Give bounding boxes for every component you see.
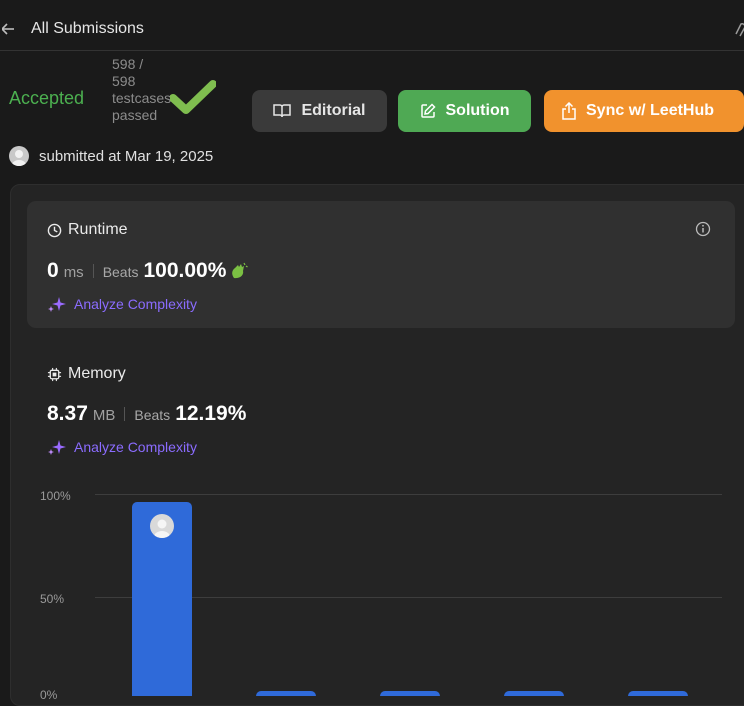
testcases-summary: 598 / 598 testcases passed	[112, 56, 171, 124]
testcases-line: 598	[112, 73, 136, 89]
sync-label: Sync w/ LeetHub	[586, 102, 715, 119]
chip-icon	[47, 367, 62, 381]
runtime-value: 0	[47, 259, 59, 282]
divider	[92, 264, 94, 278]
memory-title: Memory	[68, 365, 126, 382]
runtime-beats-value: 100.00%	[143, 259, 227, 282]
memory-unit: MB	[92, 407, 116, 424]
memory-metric: 8.37 MB Beats 12.19%	[47, 402, 246, 426]
solution-button[interactable]: Solution	[398, 90, 531, 132]
runtime-unit: ms	[63, 264, 84, 281]
divider	[124, 407, 126, 421]
runtime-analyze-complexity[interactable]: Analyze Complexity	[47, 296, 197, 312]
memory-analyze-complexity[interactable]: Analyze Complexity	[47, 439, 197, 455]
clock-icon	[47, 223, 62, 237]
edit-icon	[420, 103, 436, 118]
memory-heading: Memory	[47, 365, 126, 383]
ytick-100: 100%	[40, 489, 71, 503]
submission-status: Accepted 598 / 598 testcases passed Edit…	[0, 50, 744, 190]
bar-0[interactable]	[132, 502, 192, 696]
info-icon[interactable]	[695, 221, 711, 237]
ytick-0: 0%	[40, 688, 58, 702]
share-upload-icon	[562, 102, 576, 120]
solution-label: Solution	[445, 102, 510, 119]
avatar[interactable]	[9, 146, 29, 166]
testcases-line: 598 /	[112, 56, 144, 72]
submissions-header: All Submissions	[0, 8, 744, 51]
runtime-title: Runtime	[68, 221, 128, 238]
testcases-line: testcases	[112, 90, 172, 106]
analyze-complexity-label: Analyze Complexity	[74, 439, 197, 455]
bar-3[interactable]	[504, 691, 564, 696]
testcases-line: passed	[112, 107, 158, 123]
bar-1[interactable]	[256, 691, 316, 696]
checkmark-icon	[170, 80, 216, 114]
gridline-100	[95, 494, 722, 495]
runtime-metric: 0 ms Beats 100.00%	[47, 259, 249, 283]
sync-leethub-button[interactable]: Sync w/ LeetHub	[544, 90, 744, 132]
memory-beats-value: 12.19%	[175, 402, 247, 425]
memory-value: 8.37	[47, 402, 88, 425]
accepted-status: Accepted	[9, 88, 85, 108]
runtime-card[interactable]: Runtime 0 ms Beats 100.00% Analyze Compl…	[27, 201, 735, 328]
beats-label: Beats	[134, 407, 171, 423]
editorial-label: Editorial	[301, 102, 366, 119]
editorial-button[interactable]: Editorial	[252, 90, 387, 132]
beats-label: Beats	[102, 264, 139, 280]
clapping-hands-icon	[232, 262, 249, 279]
all-submissions-link[interactable]: All Submissions	[31, 20, 144, 38]
sparkle-icon	[48, 297, 66, 312]
runtime-heading: Runtime	[47, 221, 128, 239]
back-arrow-icon[interactable]	[0, 19, 16, 39]
submitted-timestamp: submitted at Mar 19, 2025	[39, 147, 214, 165]
sparkle-icon	[48, 440, 66, 455]
memory-distribution-chart: 100% 50% 0%	[0, 480, 744, 702]
analyze-complexity-label: Analyze Complexity	[74, 296, 197, 312]
submission-meta: submitted at Mar 19, 2025	[9, 146, 213, 166]
bar-4[interactable]	[628, 691, 688, 696]
ytick-50: 50%	[40, 592, 65, 606]
open-external-icon[interactable]	[732, 20, 744, 38]
book-icon	[273, 104, 292, 118]
bar-2[interactable]	[380, 691, 440, 696]
user-avatar-icon	[150, 514, 174, 539]
